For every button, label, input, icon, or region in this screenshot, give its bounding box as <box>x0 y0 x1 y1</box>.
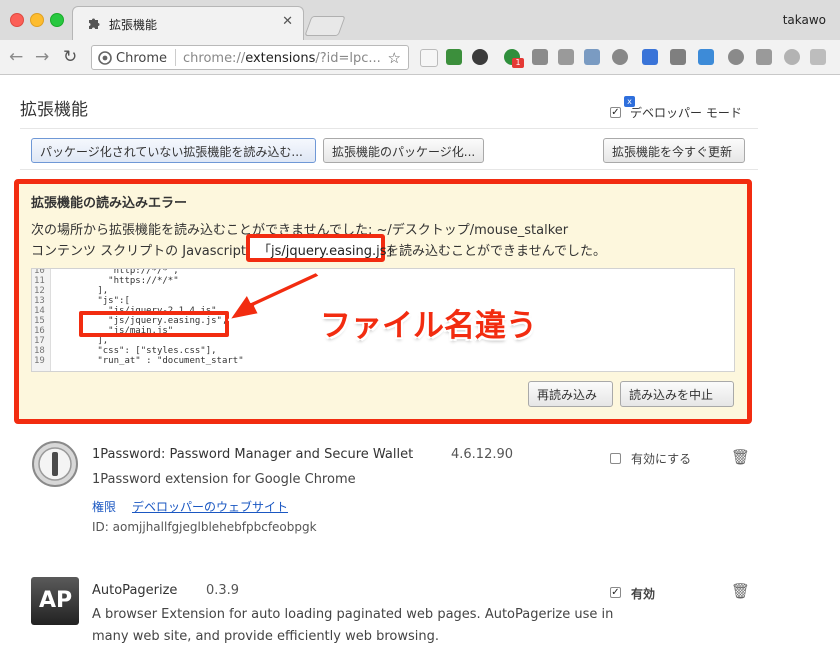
omnibox[interactable]: Chrome chrome://extensions/?id=lpc... ☆ <box>91 45 409 70</box>
extension-description: 1Password extension for Google Chrome <box>92 472 356 487</box>
code-line-number: 10 <box>34 268 45 276</box>
evernote-web-clipper-icon[interactable] <box>446 49 462 65</box>
code-line-number: 18 <box>34 346 45 356</box>
chrome-logo-icon <box>98 51 112 65</box>
autopagerize-logo-icon: AP <box>31 577 79 625</box>
trash-icon[interactable]: 🗑 <box>731 448 750 466</box>
code-line-number: 13 <box>34 296 45 306</box>
developer-mode-label: デベロッパー モード <box>630 106 742 120</box>
developer-website-link[interactable]: デベロッパーのウェブサイト <box>132 498 288 515</box>
browser-toolbar: ← → ↻ Chrome chrome://extensions/?id=lpc… <box>0 40 840 107</box>
enable-checkbox[interactable] <box>610 453 621 464</box>
zoom-window-button[interactable] <box>50 13 64 27</box>
url-host: extensions <box>245 51 316 66</box>
extension-description-line2: many web site, and provide efficiently w… <box>92 629 440 644</box>
s-box-icon[interactable] <box>756 49 772 65</box>
evernote-icon[interactable] <box>472 49 488 65</box>
code-line-number: 17 <box>34 336 45 346</box>
hatena-icon[interactable] <box>810 49 826 65</box>
developer-mode-checkbox[interactable]: ✓ <box>610 107 621 118</box>
autopagerize-logo-text: AP <box>39 588 73 613</box>
reload-icon[interactable]: ↻ <box>63 47 77 67</box>
code-line-text: "http://*/*", <box>54 268 179 276</box>
extension-name: AutoPagerize <box>92 583 178 598</box>
camera-icon[interactable] <box>532 49 548 65</box>
code-line: 19 "run_at" : "document_start" <box>32 356 732 366</box>
tab-extensions[interactable]: 拡張機能 ✕ <box>72 6 304 40</box>
header-divider <box>20 128 758 129</box>
page-title: 拡張機能 <box>20 100 88 120</box>
profile-name[interactable]: takawo <box>783 13 826 27</box>
error-message-line2-suffix: を読み込むことができませんでした。 <box>386 244 606 259</box>
buttons-divider <box>20 169 758 170</box>
error-title: 拡張機能の読み込みエラー <box>31 196 188 211</box>
back-arrow-icon[interactable]: ← <box>9 47 23 67</box>
puzzle-piece-icon <box>89 18 100 29</box>
pack-extension-button[interactable]: 拡張機能のパッケージ化... <box>323 138 484 163</box>
url-path: /?id=lpc... <box>315 51 381 66</box>
enable-checkbox[interactable]: ✓ <box>610 587 621 598</box>
omnibox-url[interactable]: chrome://extensions/?id=lpc... <box>183 51 381 66</box>
code-line: 18 "css": ["styles.css"], <box>32 346 732 356</box>
enabled-label: 有効 <box>631 587 656 601</box>
code-line-number: 14 <box>34 306 45 316</box>
skype-icon[interactable] <box>784 49 800 65</box>
tab-close-icon[interactable]: ✕ <box>282 14 293 29</box>
y-tool-icon[interactable] <box>670 49 686 65</box>
forward-arrow-icon[interactable]: → <box>35 47 49 67</box>
code-line-text: "css": ["styles.css"], <box>54 346 217 356</box>
badge-count-icon: 1 <box>512 58 524 68</box>
1password-logo-icon <box>32 441 78 487</box>
code-line-text: "https://*/*" <box>54 276 179 286</box>
omnibox-site-chip: Chrome <box>116 51 167 66</box>
annotation-arrow-icon <box>228 271 321 321</box>
error-message-line2-prefix: コンテンツ スクリプトの Javascript <box>31 244 246 259</box>
update-extensions-button[interactable]: 拡張機能を今すぐ更新 <box>603 138 745 163</box>
code-line-number: 11 <box>34 276 45 286</box>
code-line-number: 15 <box>34 316 45 326</box>
close-window-button[interactable] <box>10 13 24 27</box>
extension-description-line1: A browser Extension for auto loading pag… <box>92 607 614 622</box>
code-line-number: 12 <box>34 286 45 296</box>
privacy-badger-icon[interactable] <box>612 49 628 65</box>
extension-name: 1Password: Password Manager and Secure W… <box>92 447 414 462</box>
tab-title: 拡張機能 <box>109 18 158 32</box>
cancel-load-button[interactable]: 読み込みを中止 <box>620 381 734 407</box>
code-line-text: "run_at" : "document_start" <box>54 356 244 366</box>
bookmark-star-icon[interactable]: ☆ <box>388 49 401 67</box>
code-line: 11 "https://*/*" <box>32 276 732 286</box>
url-scheme: chrome:// <box>183 51 246 66</box>
error-filename: 「js/jquery.easing.js」 <box>258 244 400 259</box>
enable-label: 有効にする <box>631 452 692 466</box>
code-line-text: "js":[ <box>54 296 130 306</box>
code-line: 10 "http://*/*", <box>32 268 732 276</box>
code-highlight-box <box>79 311 229 337</box>
retry-button[interactable]: 再読み込み <box>528 381 613 407</box>
trash-icon[interactable]: 🗑 <box>731 582 750 600</box>
screenshot-icon[interactable] <box>698 49 714 65</box>
omnibox-divider <box>175 49 176 66</box>
permissions-link[interactable]: 権限 <box>92 498 116 515</box>
code-line-text: ], <box>54 286 109 296</box>
extension-icon-blank[interactable] <box>420 49 438 67</box>
code-line-number: 16 <box>34 326 45 336</box>
minimize-window-button[interactable] <box>30 13 44 27</box>
extension-id: ID: aomjjhallfgjeglblehebfpbcfeobpgk <box>92 520 317 534</box>
dropbox-icon[interactable] <box>584 49 600 65</box>
annotation-text: ファイル名違う <box>320 308 537 344</box>
extension-version: 0.3.9 <box>206 583 240 598</box>
comment-icon[interactable] <box>642 49 658 65</box>
code-line: 12 ], <box>32 286 732 296</box>
extension-version: 4.6.12.90 <box>451 447 514 462</box>
load-unpacked-button[interactable]: パッケージ化されていない拡張機能を読み込む... <box>31 138 316 163</box>
autopagerize-toolbar-icon[interactable] <box>558 49 574 65</box>
tab-strip: 拡張機能 ✕ takawo <box>0 0 840 41</box>
code-line-number: 19 <box>34 356 45 366</box>
s-extension-icon[interactable] <box>728 49 744 65</box>
code-line-text: ], <box>54 336 109 346</box>
new-tab-button[interactable] <box>304 16 346 36</box>
